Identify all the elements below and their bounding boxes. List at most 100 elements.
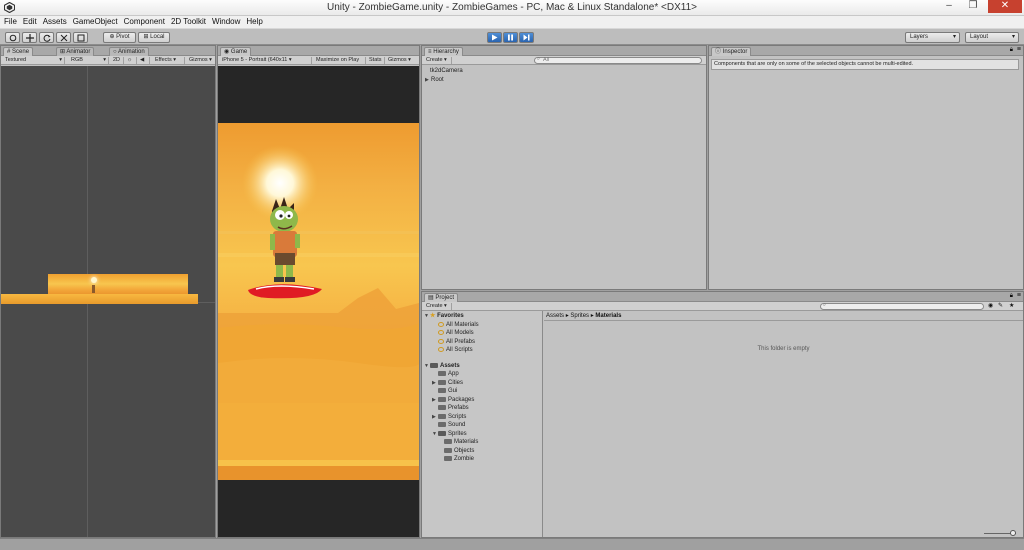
favorite-item[interactable]: All Materials xyxy=(424,321,542,330)
chevron-down-icon: ▾ xyxy=(1011,34,1015,40)
tab-inspector-label: Inspector xyxy=(722,49,748,55)
effects-dropdown[interactable]: Effects ▾ xyxy=(153,57,185,64)
tab-hierarchy[interactable]: ≡ Hierarchy xyxy=(424,47,463,56)
project-create-button[interactable]: Create ▾ xyxy=(424,303,452,310)
assets-label: Assets xyxy=(440,362,460,369)
folder-label: Zombie xyxy=(454,456,475,462)
folder-item[interactable]: ▼ Sprites xyxy=(424,430,542,439)
favorite-star-icon[interactable]: ★ xyxy=(1009,302,1014,309)
local-icon: ⊞ xyxy=(143,34,149,40)
toggle-2d-button[interactable]: 2D xyxy=(111,57,124,64)
menu-gameobject[interactable]: GameObject xyxy=(70,16,121,28)
breadcrumb-item[interactable]: Sprites xyxy=(570,313,589,319)
folder-item[interactable]: Sound xyxy=(424,421,542,430)
layers-dropdown[interactable]: Layers ▾ xyxy=(905,32,960,43)
resolution-dropdown[interactable]: iPhone 5 - Portrait (640x11 ▾ xyxy=(220,57,312,64)
menu-help[interactable]: Help xyxy=(243,16,265,28)
folder-label: Prefabs xyxy=(448,405,469,411)
speaker-icon: ◀ xyxy=(140,57,145,63)
project-search-input[interactable]: ⌕ xyxy=(820,302,984,310)
render-mode-label: Textured xyxy=(5,57,27,63)
game-icon: ◉ xyxy=(224,49,230,55)
assets-header[interactable]: ▼ Assets xyxy=(424,362,542,371)
lighting-toggle[interactable]: ☼ xyxy=(125,57,137,64)
menu-window[interactable]: Window xyxy=(209,16,243,28)
scene-viewport[interactable] xyxy=(1,66,215,537)
scene-gizmos-dropdown[interactable]: Gizmos ▾ xyxy=(187,57,215,64)
scene-zombie-sprite[interactable] xyxy=(92,285,95,293)
local-toggle[interactable]: ⊞ Local xyxy=(138,32,170,43)
menu-file[interactable]: File xyxy=(0,16,20,28)
favorites-header[interactable]: ▼★ Favorites xyxy=(424,312,542,321)
scale-tool-button[interactable] xyxy=(56,32,71,43)
favorite-item[interactable]: All Models xyxy=(424,329,542,338)
folder-item[interactable]: Objects xyxy=(424,447,542,456)
hand-tool-button[interactable] xyxy=(5,32,20,43)
menu-component[interactable]: Component xyxy=(121,16,168,28)
chevron-right-icon: ▸ xyxy=(590,313,594,319)
filter-by-label-icon[interactable]: ✎ xyxy=(998,302,1003,309)
project-content-area[interactable]: Assets ▸ Sprites ▸ Materials This folder… xyxy=(544,311,1023,537)
favorite-item[interactable]: All Prefabs xyxy=(424,338,542,347)
rotate-tool-button[interactable] xyxy=(39,32,54,43)
tab-game[interactable]: ◉ Game xyxy=(220,47,252,56)
hierarchy-item[interactable]: tk2dCamera xyxy=(425,67,705,76)
layout-dropdown[interactable]: Layout ▾ xyxy=(965,32,1019,43)
close-button[interactable]: ✕ xyxy=(988,0,1022,13)
tab-scene[interactable]: # Scene xyxy=(3,47,34,56)
tab-animation[interactable]: ○ Animation xyxy=(109,47,149,56)
breadcrumb-item[interactable]: Materials xyxy=(595,313,621,319)
folder-item[interactable]: Zombie xyxy=(424,455,542,464)
color-mode-dropdown[interactable]: RGB ▾ xyxy=(69,57,109,64)
pivot-toggle[interactable]: ⊕ Pivot xyxy=(103,32,136,43)
favorite-item[interactable]: All Scripts xyxy=(424,346,542,355)
folder-item[interactable]: ▶ Scripts xyxy=(424,413,542,422)
tab-scene-label: Scene xyxy=(12,49,30,55)
scene-panel: # Scene ⊞ Animator ○ Animation Textured ▾… xyxy=(0,45,216,538)
slider-thumb[interactable] xyxy=(1010,530,1016,536)
folder-item[interactable]: Materials xyxy=(424,438,542,447)
audio-toggle[interactable]: ◀ xyxy=(138,57,150,64)
hierarchy-item[interactable]: ▶ Root xyxy=(425,76,705,85)
maximize-button[interactable]: ❐ xyxy=(962,0,984,13)
panel-menu-icon[interactable]: ≡ xyxy=(1017,292,1021,299)
step-button[interactable] xyxy=(519,32,534,43)
rect-tool-button[interactable] xyxy=(73,32,88,43)
folder-item[interactable]: App xyxy=(424,370,542,379)
window-title: Unity - ZombieGame.unity - ZombieGames -… xyxy=(327,2,697,13)
scene-background-sprite[interactable] xyxy=(48,274,188,296)
maximize-on-play-toggle[interactable]: Maximize on Play xyxy=(314,57,366,64)
pause-button[interactable] xyxy=(503,32,518,43)
folder-item[interactable]: Gui xyxy=(424,387,542,396)
project-toolbar: Create ▾ ⌕ ◉ ✎ ★ xyxy=(422,302,1023,311)
play-button[interactable] xyxy=(487,32,502,43)
chevron-down-icon: ▾ xyxy=(173,57,177,63)
menu-assets[interactable]: Assets xyxy=(40,16,70,28)
breadcrumb-item[interactable]: Assets xyxy=(546,313,564,319)
lock-icon[interactable]: 🔒︎ xyxy=(1010,293,1013,300)
game-gizmos-dropdown[interactable]: Gizmos ▾ xyxy=(386,57,418,64)
move-tool-button[interactable] xyxy=(22,32,37,43)
hierarchy-search-input[interactable]: ⌕ All xyxy=(534,56,702,64)
folder-item[interactable]: Prefabs xyxy=(424,404,542,413)
hierarchy-item-label: tk2dCamera xyxy=(430,68,463,74)
hierarchy-create-button[interactable]: Create ▾ xyxy=(424,57,452,64)
lock-icon[interactable]: 🔒︎ xyxy=(1010,47,1013,54)
filter-by-type-icon[interactable]: ◉ xyxy=(988,302,993,309)
tab-animation-label: Animation xyxy=(117,49,145,55)
move-icon xyxy=(25,33,34,42)
scene-ground-sprite[interactable] xyxy=(1,294,198,304)
folder-item[interactable]: ▶ Cities xyxy=(424,379,542,388)
stats-toggle[interactable]: Stats xyxy=(367,57,385,64)
tab-animator[interactable]: ⊞ Animator xyxy=(56,47,95,56)
menu-2d-toolkit[interactable]: 2D Toolkit xyxy=(168,16,209,28)
folder-item[interactable]: ▶ Packages xyxy=(424,396,542,405)
tab-inspector[interactable]: ⓘ Inspector xyxy=(711,47,752,56)
game-viewport[interactable] xyxy=(218,66,419,537)
panel-menu-icon[interactable]: ≡ xyxy=(1017,46,1021,53)
tab-project[interactable]: ▤ Project xyxy=(424,293,459,302)
minimize-button[interactable]: – xyxy=(938,0,960,13)
menu-edit[interactable]: Edit xyxy=(20,16,40,28)
render-mode-dropdown[interactable]: Textured ▾ xyxy=(3,57,65,64)
folder-label: Sprites xyxy=(448,430,467,437)
